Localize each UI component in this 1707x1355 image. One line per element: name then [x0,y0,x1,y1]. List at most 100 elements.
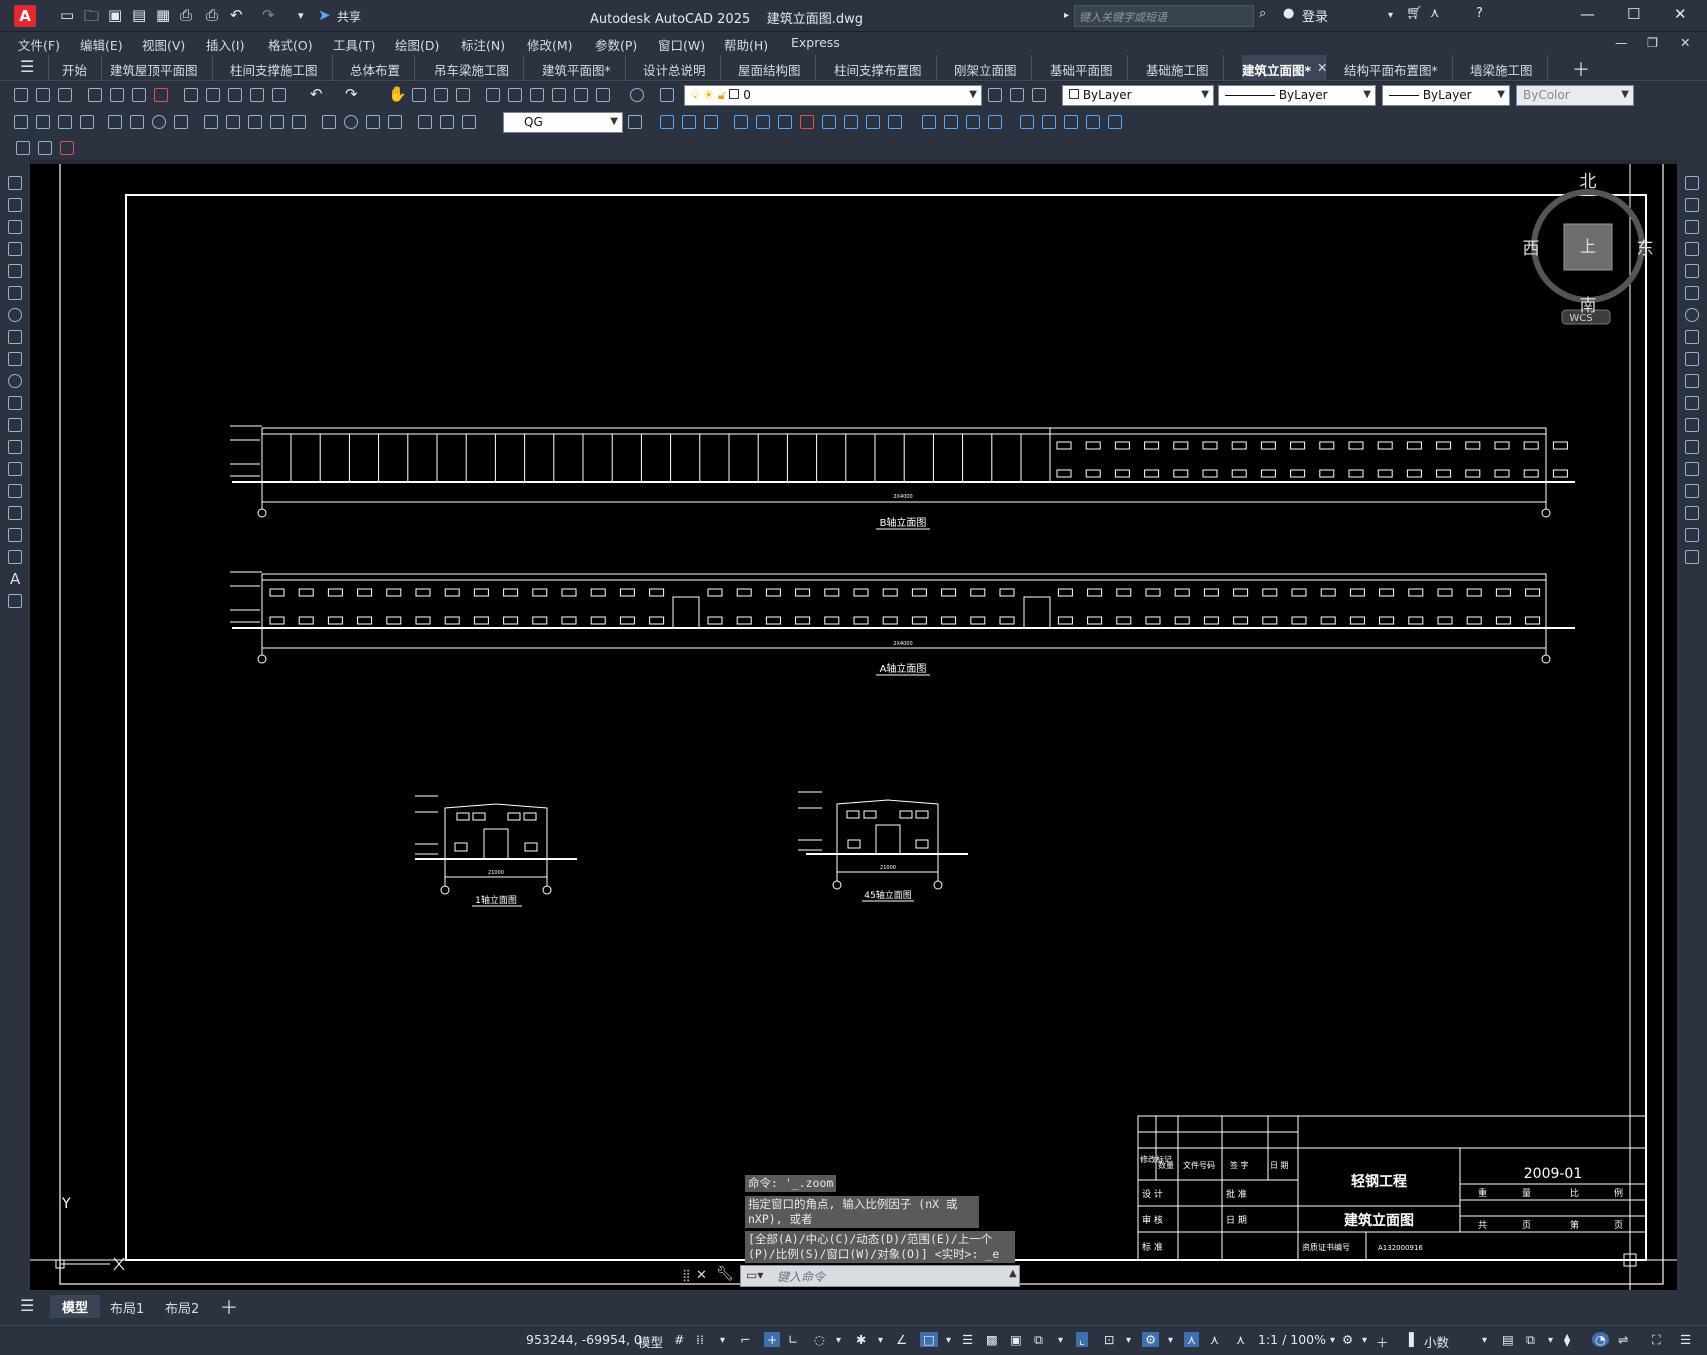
dim-text-edit-icon[interactable] [440,115,454,129]
infer-icon[interactable]: ⌐ [740,1332,750,1347]
autocad-logo[interactable]: A [14,5,36,27]
draw-spline-icon[interactable] [8,352,22,366]
menu-modify[interactable]: 修改(M) [527,35,573,54]
annotation-visibility-icon[interactable]: ⚙ [1142,1332,1160,1347]
doc-restore-icon[interactable]: ❐ [1647,35,1658,50]
modify-16-icon[interactable] [1020,115,1034,129]
dim-space-icon[interactable] [270,115,284,129]
layout-menu-icon[interactable]: ☰ [20,1296,34,1315]
minimize-icon[interactable]: — [1580,5,1595,23]
trim-icon[interactable] [1685,374,1699,388]
tb-copy-icon[interactable] [206,88,220,102]
qat-dropdown-icon[interactable]: ▾ [298,9,304,22]
monitor-dropdown-icon[interactable]: ▾ [1058,1335,1063,1346]
chamfer-icon[interactable] [1685,484,1699,498]
erase-icon[interactable] [1685,176,1699,190]
tb-plot-icon[interactable] [88,88,102,102]
modify-18-icon[interactable] [1064,115,1078,129]
isolate-objects-icon[interactable]: ⧫ [1564,1332,1570,1347]
tb-layer-props-icon[interactable] [660,88,674,102]
draw-arc-icon[interactable] [8,286,22,300]
move-icon[interactable] [1685,286,1699,300]
tb-pdf-icon[interactable] [154,88,168,102]
open-folder-icon[interactable]: 🗀 [84,6,99,31]
tab-model[interactable]: 模型 [50,1295,101,1318]
tb-redo-icon[interactable]: ↷ [345,85,358,103]
modify-3-icon[interactable] [704,115,718,129]
new-file-icon[interactable]: ▭ [60,6,74,24]
ortho-icon[interactable]: ∟ [788,1332,798,1347]
modify-1-icon[interactable] [660,115,674,129]
annotation-monitor-icon[interactable]: ⧉ [1034,1332,1043,1348]
extra-1-icon[interactable] [16,141,30,155]
tab-bracing-layout[interactable]: 柱间支撑布置图 [834,55,937,81]
clean-screen-toggle-icon[interactable]: ⇌ [1618,1332,1628,1347]
cart-icon[interactable]: 🛒︎ [1406,6,1423,21]
tab-foundation-plan[interactable]: 基础平面图 [1050,55,1128,81]
insert-block-icon[interactable] [8,418,22,432]
save-as-icon[interactable]: ▤ [132,6,146,24]
modify-12-icon[interactable] [922,115,936,129]
annotate-plus-icon[interactable]: ＋ [1376,1332,1389,1351]
modify-4-icon[interactable] [734,115,748,129]
tb-make-current-icon[interactable] [988,88,1002,102]
draw-ellipse-icon[interactable] [8,374,22,388]
viewcube-west[interactable]: 西 [1523,239,1540,259]
draw-xline-icon[interactable] [8,198,22,212]
menu-edit[interactable]: 编辑(E) [80,35,123,54]
share-icon[interactable]: ➤ [318,6,331,24]
viewcube-east[interactable]: 东 [1637,239,1654,259]
explode-icon[interactable] [1685,550,1699,564]
tb-publish-icon[interactable] [132,88,146,102]
tb-zoom-previous-icon[interactable] [456,88,470,102]
menu-help[interactable]: 帮助(H) [724,35,768,54]
dim-update-icon[interactable] [462,115,476,129]
tab-layout2[interactable]: 布局2 [165,1298,199,1317]
transparency-icon[interactable]: ▩ [986,1332,998,1347]
modify-17-icon[interactable] [1042,115,1056,129]
tb-open-icon[interactable] [36,88,50,102]
login-button[interactable]: 登录 [1302,6,1328,25]
draw-polygon-icon[interactable] [8,242,22,256]
dim-baseline-icon[interactable] [226,115,240,129]
auto-scale-icon[interactable]: ⋏ [1184,1332,1200,1347]
dim-radius-icon[interactable] [108,115,122,129]
lineweight-icon[interactable]: ☰ [962,1332,973,1347]
modify-2-icon[interactable] [682,115,696,129]
extra-3-icon[interactable] [60,141,74,155]
search-input[interactable]: 键入关键字或短语 [1074,5,1254,27]
center-mark-icon[interactable] [344,115,358,129]
draw-polyline-icon[interactable] [8,220,22,234]
add-layout-icon[interactable]: ＋ [220,1294,238,1320]
tab-design-notes[interactable]: 设计总说明 [643,55,721,81]
workspace-gear-icon[interactable]: ⚙ [1342,1332,1353,1347]
close-icon[interactable]: ✕ [1674,5,1687,23]
dim-ordinate-icon[interactable] [80,115,94,129]
tab-wall-beam[interactable]: 墙梁施工图 [1470,55,1548,81]
tab-start[interactable]: 开始 [62,55,103,81]
dim-aligned-icon[interactable] [36,115,50,129]
tb-match-icon[interactable] [250,88,264,102]
dimstyle-combo[interactable]: QG ▼ [503,112,623,133]
dim-quick-icon[interactable] [204,115,218,129]
fullscreen-icon[interactable]: ⛶ [1652,1332,1661,1348]
tb-preview-icon[interactable] [110,88,124,102]
annotation-scale-icon[interactable]: ⋏ [1210,1332,1219,1347]
break-icon[interactable] [1685,440,1699,454]
tab-crane-beam[interactable]: 吊车梁施工图 [434,55,525,81]
polar-dropdown-icon[interactable]: ▾ [836,1335,841,1346]
isodraft-icon[interactable]: ✱ [856,1332,866,1347]
plot-icon[interactable]: ⎙ [180,6,192,24]
modify-11-icon[interactable] [888,115,902,129]
viewcube-north[interactable]: 北 [1580,172,1597,192]
offset-icon[interactable] [1685,242,1699,256]
tb-layer-previous-icon[interactable] [1010,88,1024,102]
draw-line-icon[interactable] [8,176,22,190]
dim-continue-icon[interactable] [248,115,262,129]
viewcube-wcs[interactable]: WCS [1569,313,1592,324]
command-close-icon[interactable]: ✕ [696,1268,707,1283]
copy-icon[interactable] [1685,198,1699,212]
tb-paste-icon[interactable] [228,88,242,102]
tb-tool-palette-icon[interactable] [530,88,544,102]
tab-floor-plan[interactable]: 建筑平面图* [542,55,626,81]
